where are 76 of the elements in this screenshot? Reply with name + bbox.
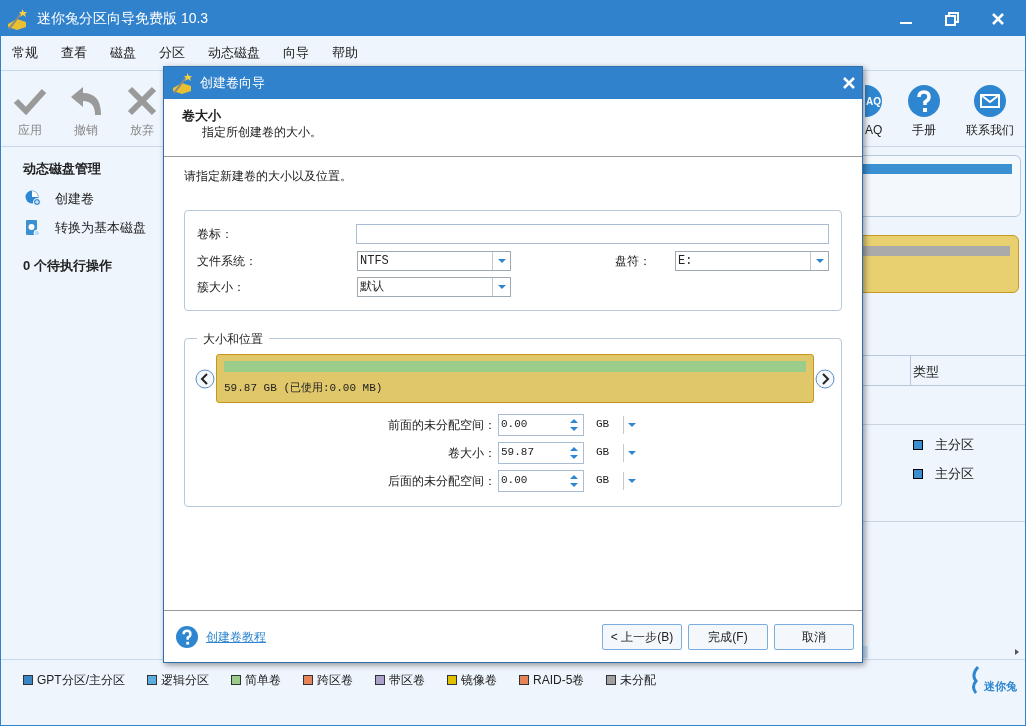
help-icon[interactable] (176, 625, 198, 648)
close-icon[interactable] (842, 76, 856, 90)
menu-item[interactable]: 动态磁盘 (208, 43, 260, 63)
legend-label: 镜像卷 (461, 671, 497, 689)
disk-plus-icon (25, 190, 41, 207)
field-label: 卷大小： (447, 444, 497, 462)
table-cell-text: 主分区 (935, 464, 974, 483)
caret-icon (627, 477, 638, 484)
field-label: 文件系统： (197, 253, 258, 270)
menu-item[interactable]: 常规 (12, 43, 38, 63)
legend-label: 带区卷 (389, 671, 425, 689)
partition-size-text: 59.87 GB (已使用:0.00 MB) (224, 381, 384, 396)
legend-label: 未分配 (620, 671, 657, 689)
field-label: 簇大小： (197, 279, 246, 296)
brand-logo-text: 迷你兔 (984, 679, 1017, 694)
help-icon (908, 85, 940, 117)
window-title: 迷你兔分区向导免费版 10.3 (37, 9, 209, 28)
menu-item[interactable]: 磁盘 (110, 43, 136, 63)
menu-item[interactable]: 分区 (159, 43, 185, 63)
column-header: 类型 (912, 363, 939, 381)
tutorial-link[interactable]: 创建卷教程 (206, 627, 266, 646)
toolbar-button[interactable]: 联系我们 (963, 85, 1017, 139)
disk-drive-icon (25, 218, 41, 237)
legend-label: GPT分区/主分区 (37, 671, 125, 689)
caret-icon (496, 258, 507, 264)
legend-label: 跨区卷 (317, 671, 353, 689)
field-label: 卷标： (197, 226, 234, 243)
close-icon[interactable] (991, 11, 1005, 26)
sidebar-item[interactable]: 转换为基本磁盘 (25, 218, 161, 238)
legend-label: 简单卷 (245, 671, 281, 689)
pending-operations: 0 个待执行操作 (23, 256, 113, 275)
caret-icon (627, 421, 638, 428)
menu-item[interactable]: 查看 (61, 43, 87, 63)
spin-box[interactable]: 59.87 (498, 441, 584, 464)
drive-letter-dropdown[interactable]: E: (675, 251, 829, 271)
legend-label: 逻辑分区 (161, 671, 209, 689)
menu-item[interactable]: 帮助 (332, 43, 358, 63)
caret-icon (814, 258, 825, 264)
toolbar-button[interactable]: AQ AQ (865, 85, 885, 139)
field-label: 后面的未分配空间： (387, 472, 497, 490)
caret-icon (627, 449, 638, 456)
cross-icon (127, 86, 157, 116)
undo-arrow-icon (69, 85, 103, 117)
step-description: 指定所创建卷的大小。 (201, 124, 323, 140)
restore-icon[interactable] (945, 11, 959, 26)
field-label: 盘符： (615, 253, 652, 270)
field-label: 前面的未分配空间： (387, 416, 497, 434)
spin-box[interactable]: 0.00 (498, 413, 584, 436)
file-system-dropdown[interactable]: NTFS (357, 251, 511, 271)
step-title: 卷大小 (182, 108, 222, 124)
sidebar-title: 动态磁盘管理 (23, 160, 102, 178)
menu-item[interactable]: 向导 (283, 43, 309, 63)
dialog-button[interactable]: < 上一步(B) (602, 623, 682, 650)
unit-dropdown[interactable]: GB (596, 471, 642, 490)
volume-label-input[interactable] (356, 224, 829, 244)
sidebar-item[interactable]: 创建卷 (25, 188, 161, 208)
spin-box[interactable]: 0.00 (498, 469, 584, 492)
dialog-button[interactable]: 取消 (774, 623, 854, 650)
cluster-size-dropdown[interactable]: 默认 (357, 277, 511, 297)
dialog-button[interactable]: 完成(F) (688, 623, 768, 650)
unit-dropdown[interactable]: GB (596, 415, 642, 434)
unit-dropdown[interactable]: GB (596, 443, 642, 462)
toolbar-button[interactable]: 手册 (903, 85, 945, 139)
group-title: 大小和位置 (197, 330, 269, 348)
checkmark-icon (13, 86, 47, 116)
scroll-left-icon[interactable] (195, 368, 215, 389)
faq-icon: AQ (865, 85, 882, 117)
wand-logo-icon (170, 71, 194, 95)
dialog-title: 创建卷向导 (200, 74, 265, 93)
caret-icon (496, 284, 507, 290)
partition-block[interactable]: 59.87 GB (已使用:0.00 MB) (216, 354, 814, 403)
legend-label: RAID-5卷 (533, 671, 585, 689)
instruction-text: 请指定新建卷的大小以及位置。 (184, 168, 353, 185)
mail-icon (974, 85, 1006, 117)
table-cell-text: 主分区 (935, 435, 974, 454)
scroll-right-icon[interactable] (815, 368, 835, 389)
